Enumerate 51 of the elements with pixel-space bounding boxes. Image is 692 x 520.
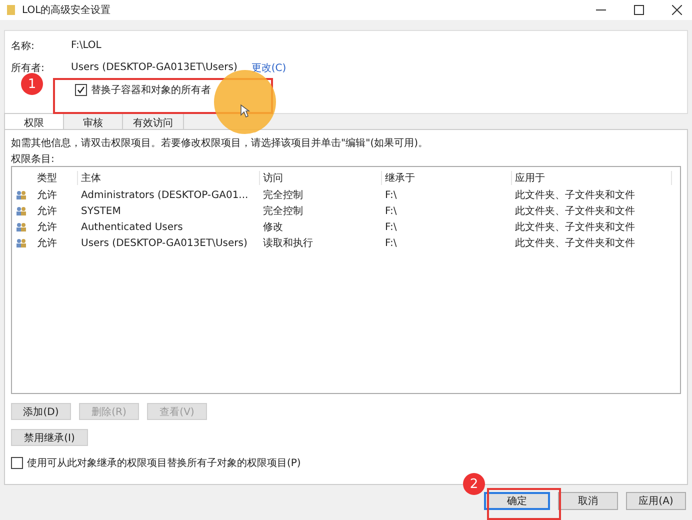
users-icon xyxy=(16,222,27,232)
table-cell-text: Authenticated Users xyxy=(80,222,184,233)
table-cell-text: 此文件夹、子文件夹和文件 xyxy=(514,204,636,218)
close-icon[interactable] xyxy=(672,5,682,15)
column-header[interactable]: 应用于 xyxy=(512,171,672,186)
table-cell-text: 允许 xyxy=(36,236,58,250)
column-header[interactable]: 继承于 xyxy=(382,171,512,186)
checkbox[interactable] xyxy=(11,456,23,469)
table-cell-text: 此文件夹、子文件夹和文件 xyxy=(514,220,636,234)
column-header[interactable]: 类型 xyxy=(34,171,78,186)
checkbox-label: 替换子容器和对象的所有者 xyxy=(91,84,211,96)
table-cell-text: F:\ xyxy=(384,190,398,201)
table-cell-text: F:\ xyxy=(384,222,398,233)
dialog-button[interactable]: 确定 xyxy=(484,492,550,510)
column-header[interactable]: 主体 xyxy=(78,171,260,186)
name-value: F:\LOL xyxy=(71,40,102,51)
table-cell-text: 此文件夹、子文件夹和文件 xyxy=(514,236,636,250)
table-cell-text: 读取和执行 xyxy=(262,236,314,250)
folder-icon xyxy=(6,4,16,16)
users-icon xyxy=(16,190,27,200)
entries-label: 权限条目: xyxy=(11,152,56,166)
checkbox[interactable] xyxy=(75,84,87,96)
owner-label: 所有者: xyxy=(11,62,46,74)
table-cell-text: 允许 xyxy=(36,188,58,202)
users-icon xyxy=(16,238,27,248)
tab[interactable]: 权限 xyxy=(4,113,64,130)
users-icon xyxy=(16,206,27,216)
table-cell-text: 允许 xyxy=(36,220,58,234)
disable-inheritance-button[interactable]: 禁用继承(I) xyxy=(11,429,88,446)
table-cell-text: SYSTEM xyxy=(80,206,122,217)
entry-button[interactable]: 添加(D) xyxy=(11,403,71,420)
table-cell-text: F:\ xyxy=(384,238,398,249)
owner-value: Users (DESKTOP-GA013ET\Users) xyxy=(71,62,238,73)
pointer-icon xyxy=(240,104,250,118)
dialog-button[interactable]: 取消 xyxy=(558,492,618,510)
window-title: LOL的高级安全设置 xyxy=(22,4,111,17)
table-cell-text: 完全控制 xyxy=(262,188,304,202)
maximize-icon[interactable] xyxy=(634,5,644,15)
table-cell-text: 完全控制 xyxy=(262,204,304,218)
table-cell-text: 允许 xyxy=(36,204,58,218)
name-label: 名称: xyxy=(11,40,36,52)
info-text: 如需其他信息，请双击权限项目。若要修改权限项目，请选择该项目并单击"编辑"(如果可用)。 xyxy=(11,136,430,152)
checkbox-label: 使用可从此对象继承的权限项目替换所有子对象的权限项目(P) xyxy=(27,456,301,470)
table-cell-text: 修改 xyxy=(262,221,284,234)
table-cell-text: Administrators (DESKTOP-GA01... xyxy=(80,190,250,201)
dialog-button[interactable]: 应用(A) xyxy=(626,492,686,510)
table-cell-text: F:\ xyxy=(384,206,398,217)
column-header[interactable]: 访问 xyxy=(260,171,382,186)
table-cell-text: Users (DESKTOP-GA013ET\Users) xyxy=(80,238,248,249)
table-cell-text: 此文件夹、子文件夹和文件 xyxy=(514,188,636,202)
change-link[interactable]: 更改(C) xyxy=(251,60,286,74)
